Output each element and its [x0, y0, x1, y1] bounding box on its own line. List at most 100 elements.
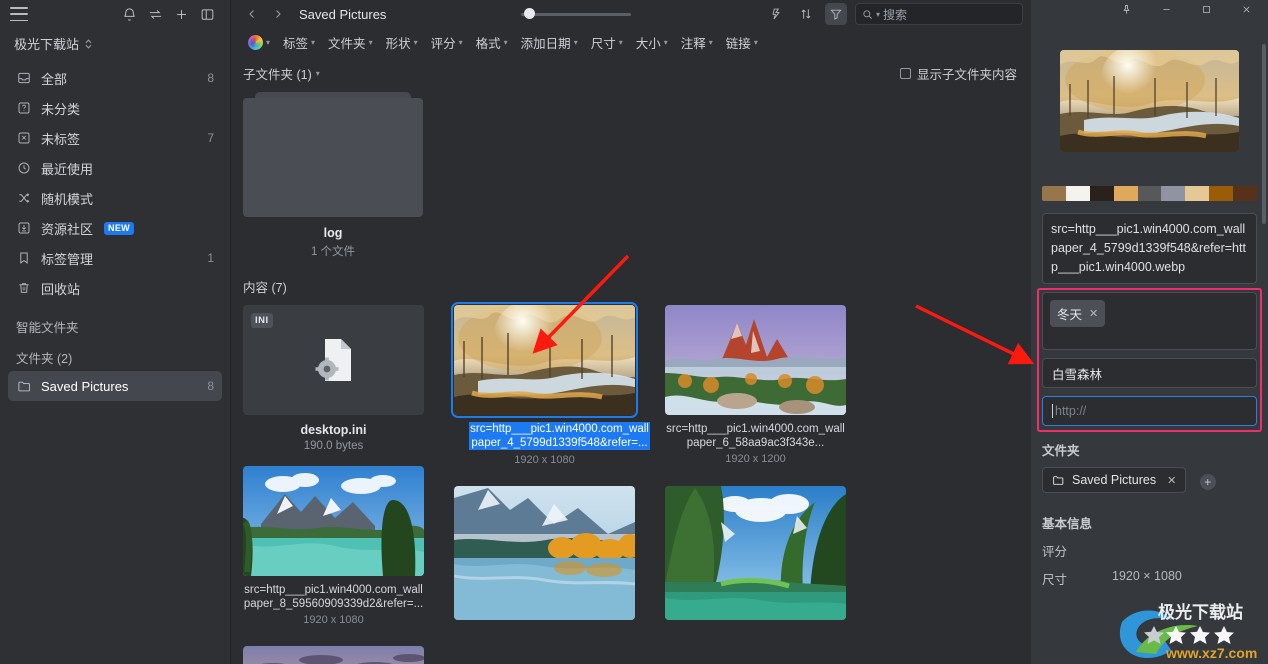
grid-item-lake-louise[interactable]: src=http___pic1.win4000.com_wallpaper_8_… [243, 466, 454, 626]
annotation-highlight-box [1037, 288, 1262, 432]
search-input[interactable]: ▾ 搜索 [855, 3, 1023, 25]
plus-circle-icon[interactable]: + [1199, 474, 1216, 491]
filter-shape[interactable]: 形状 ▾ [381, 31, 423, 54]
sidebar-item-recent[interactable]: 最近使用 [8, 153, 222, 183]
swatch[interactable] [1042, 186, 1066, 201]
swatch[interactable] [1161, 186, 1186, 201]
info-key: 评分 [1042, 545, 1068, 559]
sidebar-item-label: 全部 [41, 71, 68, 87]
thumbnail[interactable] [243, 466, 424, 576]
chevron-left-icon[interactable] [243, 4, 261, 24]
sidebar-item-count: 7 [207, 131, 214, 145]
grid-item-winter-river[interactable]: src=http___pic1.win4000.com_wallpaper_4_… [451, 302, 665, 466]
item-dimensions: 1920 x 1080 [514, 454, 575, 466]
content-scroll[interactable]: log 1 个文件 内容 (7) INI desktop.ini 190.0 b… [231, 86, 1031, 664]
sync-icon[interactable] [142, 3, 168, 25]
sidebar-item-all[interactable]: 全部 8 [8, 63, 222, 93]
filter-label: 文件夹 [328, 36, 366, 51]
sidebar-item-community[interactable]: 资源社区 NEW [8, 213, 222, 243]
panel-scrollbar[interactable] [1262, 44, 1266, 224]
filter-link[interactable]: 链接 ▾ [721, 31, 763, 54]
swatch[interactable] [1089, 186, 1114, 201]
image-red-peaks [665, 305, 846, 415]
smart-folder-header[interactable]: 智能文件夹 [0, 303, 230, 340]
sidebar-item-label: 资源社区 [41, 221, 94, 237]
filter-folders[interactable]: 文件夹 ▾ [323, 31, 378, 54]
menu-icon[interactable] [10, 7, 28, 21]
sidebar-item-untagged[interactable]: 未标签 7 [8, 123, 222, 153]
source-url-text[interactable]: src=http___pic1.win4000.com_wallpaper_4_… [1042, 213, 1257, 284]
folder-chip-label: Saved Pictures [1072, 473, 1157, 487]
subfolder-card-log[interactable]: log 1 个文件 [243, 92, 423, 259]
color-palette[interactable] [1042, 186, 1257, 201]
grid-item-waterfall-dusk[interactable] [243, 646, 454, 664]
filter-rating[interactable]: 评分 ▾ [426, 31, 468, 54]
breadcrumb[interactable]: Saved Pictures [299, 7, 386, 22]
chevron-right-icon[interactable] [269, 4, 287, 24]
search-icon [863, 9, 872, 19]
preview-image[interactable] [1060, 50, 1239, 152]
filter-label: 添加日期 [520, 36, 571, 51]
pin-icon[interactable] [1106, 0, 1146, 18]
swatch[interactable] [1233, 186, 1257, 201]
sidebar-item-tag-manager[interactable]: 标签管理 1 [8, 243, 222, 273]
lightning-icon[interactable] [765, 3, 787, 25]
filter-format[interactable]: 格式 ▾ [471, 31, 513, 54]
chevron-down-icon[interactable]: ▾ [876, 10, 880, 19]
sidebar-item-uncategorized[interactable]: 未分类 [8, 93, 222, 123]
filter-date-added[interactable]: 添加日期 ▾ [516, 31, 583, 54]
image-misty-autumn-lake [454, 486, 635, 620]
new-badge: NEW [104, 221, 134, 235]
swatch[interactable] [1209, 186, 1234, 201]
remove-folder-icon[interactable]: ✕ [1167, 474, 1176, 487]
thumbnail-size-slider[interactable] [520, 7, 631, 21]
funnel-icon[interactable] [825, 3, 847, 25]
swatch[interactable] [1113, 186, 1138, 201]
grid-item-misty-autumn-lake[interactable] [454, 486, 665, 626]
folder-chip[interactable]: Saved Pictures ✕ [1042, 467, 1187, 493]
thumbnail[interactable] [665, 305, 846, 415]
filter-label: 大小 [635, 36, 661, 51]
grid-item-desktop-ini[interactable]: INI desktop.ini 190.0 bytes [243, 305, 454, 466]
shuffle-icon [16, 190, 32, 206]
show-subfolder-content-checkbox[interactable]: 显示子文件夹内容 [899, 64, 1017, 83]
filter-color[interactable]: ▾ [243, 33, 275, 52]
bell-icon[interactable] [116, 3, 142, 25]
grid-item-red-peaks[interactable]: src=http___pic1.win4000.com_wallpaper_6_… [665, 305, 876, 466]
filter-size[interactable]: 大小 ▾ [631, 31, 673, 54]
sidebar-item-random[interactable]: 随机模式 [8, 183, 222, 213]
thumbnail[interactable] [243, 646, 424, 664]
thumbnail[interactable] [451, 302, 638, 418]
maximize-icon[interactable] [1186, 0, 1226, 18]
toggle-panel-icon[interactable] [194, 3, 220, 25]
thumbnail[interactable] [454, 486, 635, 620]
chevron-down-icon: ▾ [503, 37, 508, 47]
minimize-icon[interactable] [1146, 0, 1186, 18]
sidebar-item-label: 未标签 [41, 131, 81, 147]
grid-item-green-fjord[interactable] [665, 486, 876, 626]
filter-annotation[interactable]: 注释 ▾ [676, 31, 718, 54]
filter-tags[interactable]: 标签 ▾ [278, 31, 320, 54]
filter-label: 格式 [475, 36, 501, 51]
subfolder-toggle[interactable]: 子文件夹 (1) ▾ [243, 64, 320, 83]
swatch[interactable] [1137, 186, 1162, 201]
file-type-badge: INI [251, 313, 273, 328]
swatch[interactable] [1185, 186, 1210, 201]
filter-dimension[interactable]: 尺寸 ▾ [586, 31, 628, 54]
thumbnail[interactable] [665, 486, 846, 620]
swatch[interactable] [1065, 186, 1090, 201]
sidebar-item-trash[interactable]: 回收站 [8, 273, 222, 303]
info-row-rating: 评分 [1042, 541, 1257, 560]
folder-header[interactable]: 文件夹 (2) [0, 340, 230, 371]
details-scroll[interactable]: src=http___pic1.win4000.com_wallpaper_4_… [1031, 20, 1268, 664]
image-winter-river [454, 305, 635, 415]
details-panel: src=http___pic1.win4000.com_wallpaper_4_… [1031, 0, 1268, 664]
thumbnail[interactable]: INI [243, 305, 424, 415]
slider-knob[interactable] [523, 8, 535, 19]
close-icon[interactable] [1226, 0, 1266, 18]
sidebar-folder-saved-pictures[interactable]: Saved Pictures 8 [8, 371, 222, 401]
account-switcher[interactable]: 极光下载站 [0, 28, 230, 63]
sort-icon[interactable] [795, 3, 817, 25]
sidebar-item-label: 最近使用 [41, 161, 94, 177]
add-icon[interactable] [168, 3, 194, 25]
